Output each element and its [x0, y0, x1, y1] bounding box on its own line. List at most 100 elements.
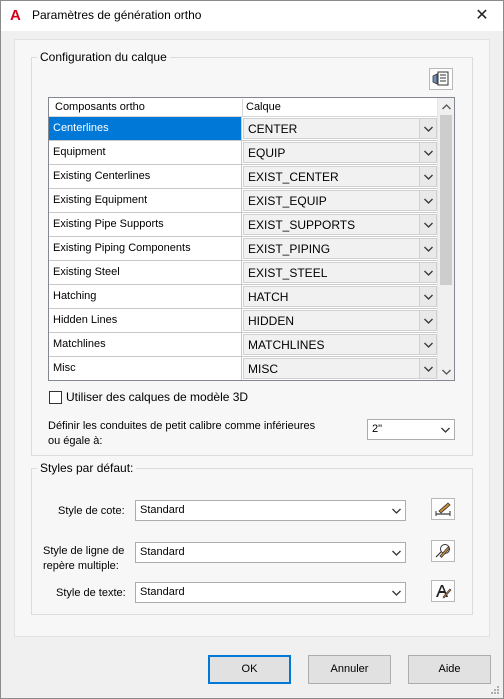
chevron-down-icon[interactable]	[419, 167, 436, 186]
grid-row[interactable]: Misc MISC	[49, 357, 438, 380]
component-name-cell[interactable]: Hatching	[49, 285, 242, 308]
small-bore-size-select[interactable]: 2"	[367, 419, 455, 440]
grid-row[interactable]: Existing Pipe Supports EXIST_SUPPORTS	[49, 213, 438, 237]
chevron-down-icon[interactable]	[419, 359, 436, 378]
layer-select[interactable]: EXIST_CENTER	[243, 166, 437, 187]
grid-vertical-scrollbar[interactable]	[437, 98, 454, 380]
window-title: Paramètres de génération ortho	[32, 8, 202, 22]
chevron-down-icon	[438, 423, 452, 437]
scrollbar-thumb[interactable]	[440, 115, 452, 285]
layer-select[interactable]: EXIST_EQUIP	[243, 190, 437, 211]
layer-select[interactable]: EXIST_SUPPORTS	[243, 214, 437, 235]
layer-select[interactable]: HIDDEN	[243, 310, 437, 331]
layer-value: EXIST_CENTER	[248, 170, 339, 184]
dimension-style-select[interactable]: Standard	[135, 500, 406, 521]
layer-select[interactable]: MISC	[243, 358, 437, 379]
grid-row[interactable]: Existing Centerlines EXIST_CENTER	[49, 165, 438, 189]
layer-value: MATCHLINES	[248, 338, 325, 352]
dimension-style-value: Standard	[140, 504, 185, 516]
chevron-down-icon[interactable]	[419, 335, 436, 354]
layer-value: EXIST_PIPING	[248, 242, 331, 256]
autocad-logo-icon: A	[10, 7, 21, 24]
component-name-cell[interactable]: Existing Equipment	[49, 189, 242, 212]
grid-rows: Centerlines CENTER Equipment EQUIP Existing …	[49, 117, 438, 380]
chevron-down-icon[interactable]	[419, 191, 436, 210]
dimension-style-button[interactable]	[431, 498, 455, 520]
layer-select[interactable]: CENTER	[243, 118, 437, 139]
component-name-cell[interactable]: Existing Steel	[49, 261, 242, 284]
column-header-components[interactable]: Composants ortho	[55, 101, 145, 113]
component-name-cell[interactable]: Existing Piping Components	[49, 237, 242, 260]
chevron-down-icon[interactable]	[419, 215, 436, 234]
component-name-cell[interactable]: Centerlines	[49, 117, 242, 140]
chevron-down-icon[interactable]	[419, 143, 436, 162]
layer-select[interactable]: HATCH	[243, 286, 437, 307]
text-style-value: Standard	[140, 586, 185, 598]
chevron-down-icon	[389, 504, 403, 518]
chevron-down-icon[interactable]	[419, 311, 436, 330]
layer-value: EXIST_STEEL	[248, 266, 328, 280]
layer-select[interactable]: EQUIP	[243, 142, 437, 163]
help-button[interactable]: Aide	[408, 655, 491, 684]
text-style-select[interactable]: Standard	[135, 582, 406, 603]
column-separator[interactable]	[242, 99, 243, 116]
chevron-down-icon[interactable]	[419, 239, 436, 258]
layer-value: CENTER	[248, 122, 298, 136]
mleader-style-button[interactable]	[431, 540, 455, 562]
chevron-down-icon	[389, 546, 403, 560]
default-styles-group-label: Styles par défaut:	[37, 461, 137, 475]
layer-value: HATCH	[248, 290, 289, 304]
component-name-cell[interactable]: Existing Centerlines	[49, 165, 242, 188]
layer-config-group-label: Configuration du calque	[37, 50, 170, 64]
component-name-cell[interactable]: Equipment	[49, 141, 242, 164]
component-name-cell[interactable]: Existing Pipe Supports	[49, 213, 242, 236]
layer-value: EXIST_EQUIP	[248, 194, 327, 208]
layer-select[interactable]: EXIST_STEEL	[243, 262, 437, 283]
close-button[interactable]: ✕	[467, 1, 497, 30]
small-bore-size-value: 2"	[372, 423, 383, 435]
grid-row[interactable]: Centerlines CENTER	[49, 117, 438, 141]
scroll-down-icon[interactable]	[438, 363, 454, 380]
component-name-cell[interactable]: Matchlines	[49, 333, 242, 356]
use-template-layers-checkbox[interactable]	[49, 391, 62, 404]
grid-row[interactable]: Matchlines MATCHLINES	[49, 333, 438, 357]
use-template-layers-label: Utiliser des calques de modèle 3D	[66, 390, 249, 404]
small-bore-label-cont: ou égale à:	[48, 435, 103, 447]
dimension-style-icon	[435, 502, 451, 516]
layer-select[interactable]: MATCHLINES	[243, 334, 437, 355]
resize-grip-icon[interactable]	[490, 685, 500, 695]
chevron-down-icon[interactable]	[419, 119, 436, 138]
component-name-cell[interactable]: Misc	[49, 357, 242, 380]
grid-row[interactable]: Hidden Lines HIDDEN	[49, 309, 438, 333]
grid-row[interactable]: Existing Equipment EXIST_EQUIP	[49, 189, 438, 213]
layer-mapping-grid[interactable]: Composants ortho Calque Centerlines CENTE…	[48, 97, 455, 381]
cancel-button[interactable]: Annuler	[308, 655, 391, 684]
layer-properties-icon	[432, 71, 449, 86]
scroll-up-icon[interactable]	[438, 98, 454, 115]
grid-header: Composants ortho Calque	[49, 98, 438, 117]
ortho-settings-dialog: A Paramètres de génération ortho ✕ Confi…	[0, 0, 504, 699]
layer-select[interactable]: EXIST_PIPING	[243, 238, 437, 259]
dimension-style-label: Style de cote:	[58, 505, 125, 517]
layer-properties-button[interactable]	[429, 68, 453, 90]
title-bar: A Paramètres de génération ortho ✕	[1, 1, 503, 31]
grid-row[interactable]: Existing Steel EXIST_STEEL	[49, 261, 438, 285]
grid-row[interactable]: Hatching HATCH	[49, 285, 438, 309]
text-style-button[interactable]	[431, 580, 455, 602]
mleader-style-select[interactable]: Standard	[135, 542, 406, 563]
layer-value: EXIST_SUPPORTS	[248, 218, 356, 232]
text-style-icon	[436, 585, 452, 599]
chevron-down-icon	[389, 586, 403, 600]
grid-row[interactable]: Existing Piping Components EXIST_PIPING	[49, 237, 438, 261]
ok-button[interactable]: OK	[208, 655, 291, 684]
mleader-style-value: Standard	[140, 546, 185, 558]
mleader-style-label-cont: repère multiple:	[43, 560, 119, 572]
text-style-label: Style de texte:	[56, 587, 126, 599]
grid-row[interactable]: Equipment EQUIP	[49, 141, 438, 165]
column-header-layer[interactable]: Calque	[246, 101, 281, 113]
layer-value: HIDDEN	[248, 314, 295, 328]
mleader-style-label: Style de ligne de	[43, 545, 125, 557]
chevron-down-icon[interactable]	[419, 263, 436, 282]
chevron-down-icon[interactable]	[419, 287, 436, 306]
component-name-cell[interactable]: Hidden Lines	[49, 309, 242, 332]
